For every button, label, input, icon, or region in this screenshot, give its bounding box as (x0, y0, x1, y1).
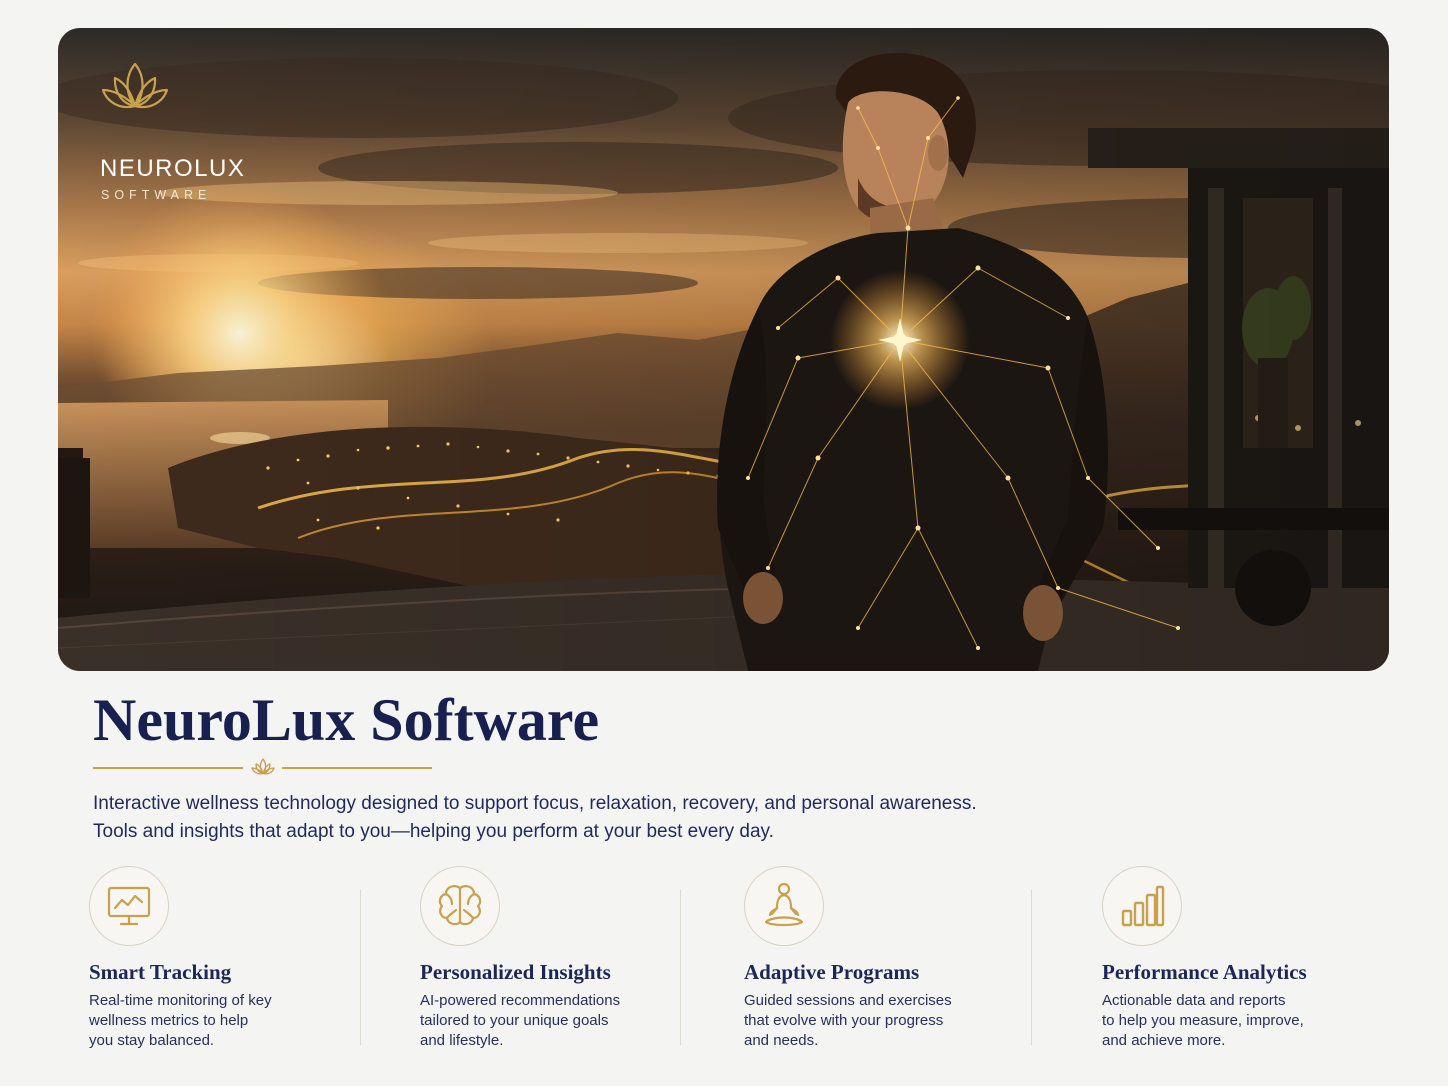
feature-description: AI-powered recommendations tailored to y… (420, 992, 621, 1049)
page-description: Interactive wellness technology designed… (93, 790, 1093, 846)
feature-separator (360, 890, 361, 1045)
lotus-icon (251, 758, 275, 775)
monitor-chart-icon (107, 886, 151, 926)
lotus-icon (101, 62, 169, 109)
feature-separator (1031, 890, 1032, 1045)
feature-badge (1102, 866, 1182, 946)
hero-scene (58, 28, 1389, 671)
feature-performance-analytics: Performance Analytics Actionable data an… (1102, 866, 1402, 1051)
brain-icon (438, 885, 482, 926)
feature-smart-tracking: Smart Tracking Real-time monitoring of k… (89, 866, 389, 1051)
divider-line-left (93, 767, 243, 769)
description-line-2: Tools and insights that adapt to you—hel… (93, 821, 774, 842)
feature-badge (744, 866, 824, 946)
bar-chart-icon (1121, 885, 1165, 927)
feature-badge (420, 866, 500, 946)
divider-line-right (282, 767, 432, 769)
feature-title: Adaptive Programs (744, 960, 920, 984)
feature-title: Performance Analytics (1102, 960, 1307, 984)
brand-subtitle: SOFTWARE (101, 188, 212, 202)
feature-title: Personalized Insights (420, 960, 611, 984)
feature-separator (680, 890, 681, 1045)
hero-image: NEUROLUX SOFTWARE (58, 28, 1389, 671)
feature-title: Smart Tracking (89, 960, 232, 984)
feature-personalized-insights: Personalized Insights AI-powered recomme… (420, 866, 720, 1051)
brand-name: NEUROLUX (100, 155, 246, 182)
description-line-1: Interactive wellness technology designed… (93, 793, 977, 814)
ornament-divider (93, 756, 433, 780)
feature-description: Real-time monitoring of key wellness met… (89, 992, 272, 1049)
feature-adaptive-programs: Adaptive Programs Guided sessions and ex… (744, 866, 1044, 1051)
feature-description: Actionable data and reports to help you … (1102, 992, 1304, 1049)
feature-description: Guided sessions and exercises that evolv… (744, 992, 952, 1049)
feature-badge (89, 866, 169, 946)
meditation-icon (764, 882, 804, 927)
page-title: NeuroLux Software (93, 687, 600, 753)
